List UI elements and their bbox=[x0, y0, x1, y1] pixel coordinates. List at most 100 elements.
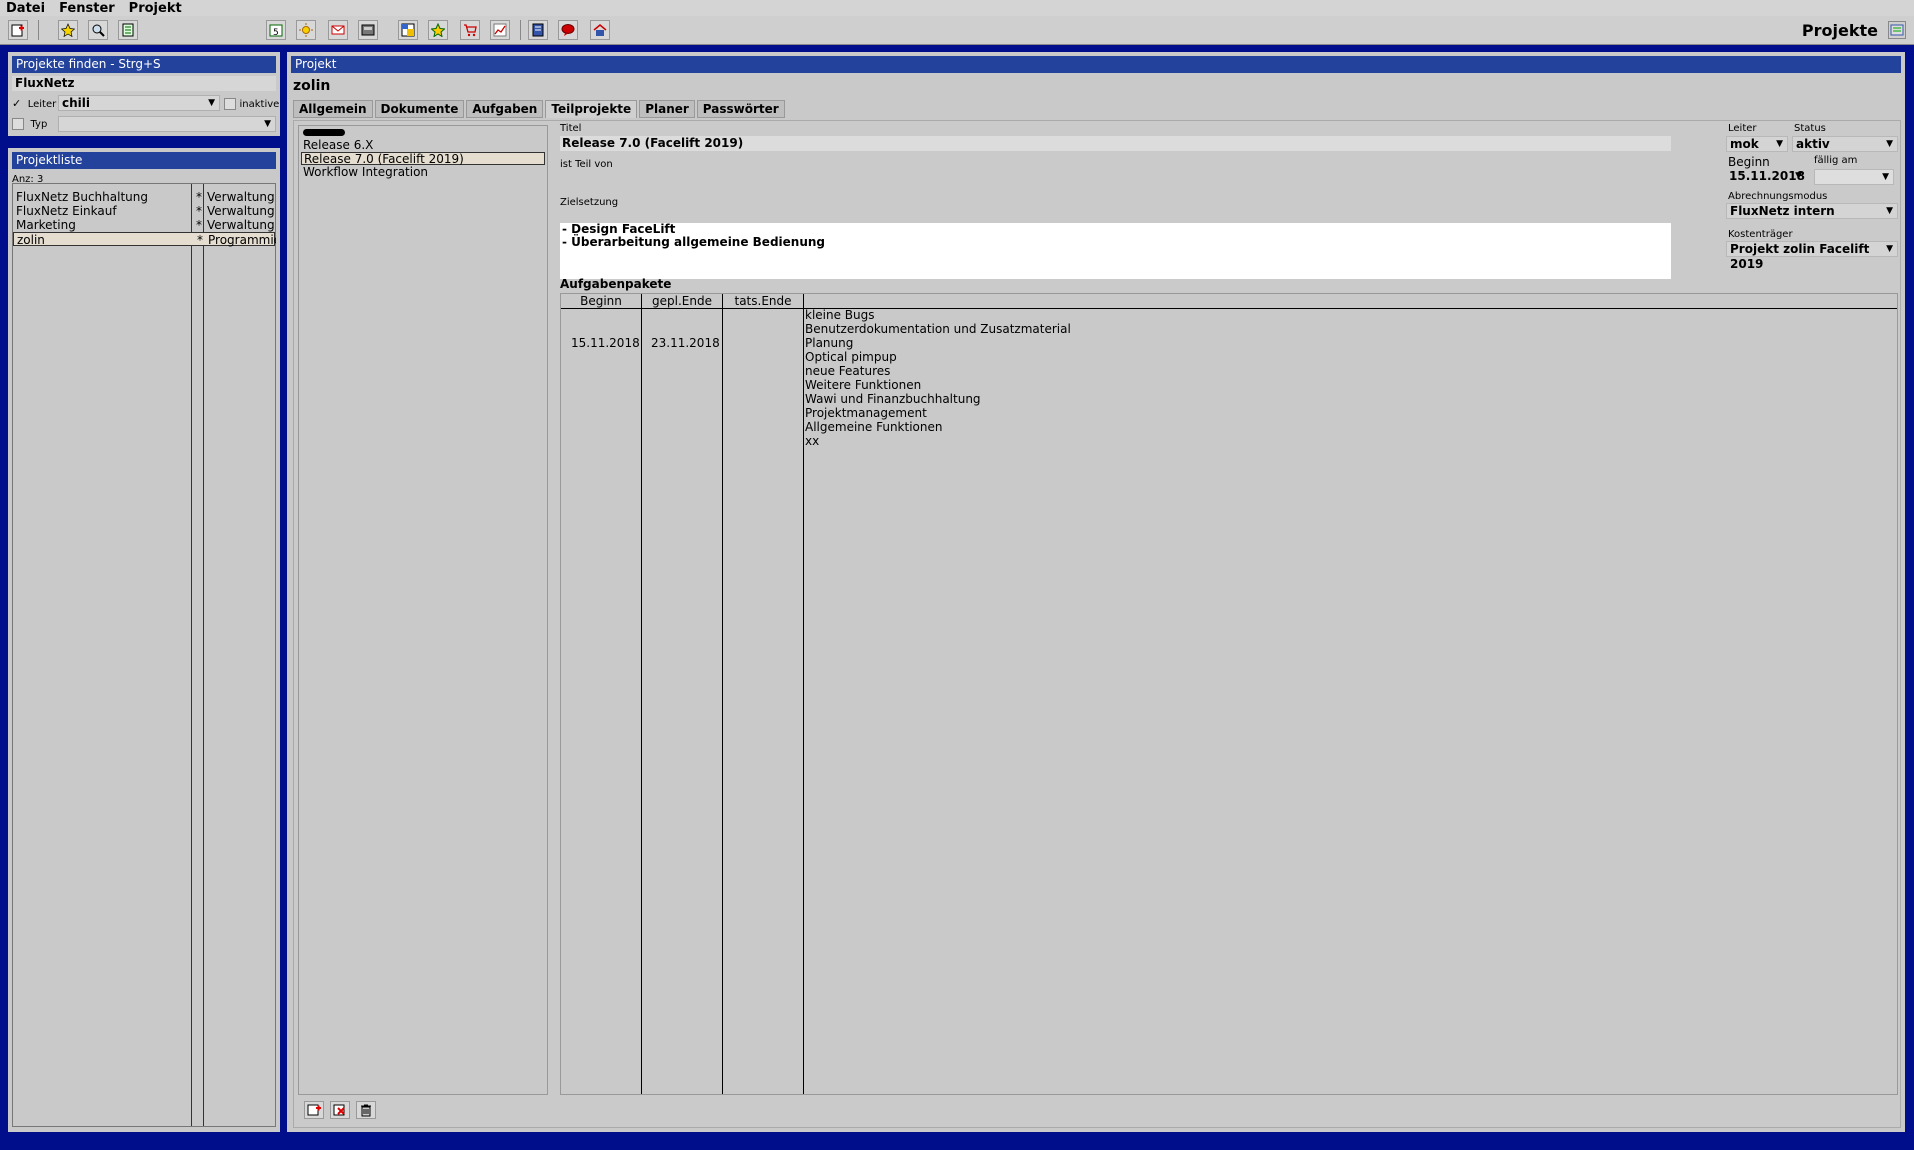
tab-dokumente[interactable]: Dokumente bbox=[374, 100, 465, 118]
chevron-down-icon: ▼ bbox=[1882, 172, 1889, 182]
leiter-label: Leiter bbox=[27, 99, 57, 110]
list-item: kleine Bugs bbox=[805, 308, 875, 322]
titel-field[interactable]: Release 7.0 (Facelift 2019) bbox=[560, 136, 1671, 151]
tab-allgemein[interactable]: Allgemein bbox=[293, 100, 373, 118]
project-flag: * bbox=[196, 190, 202, 204]
search-panel-title: Projekte finden - Strg+S bbox=[12, 56, 276, 73]
col-header-tats-ende[interactable]: tats.Ende bbox=[723, 294, 803, 308]
inaktive-checkbox[interactable] bbox=[224, 98, 236, 110]
project-type: Verwaltung bbox=[207, 190, 275, 204]
aufgabenpakete-label: Aufgabenpakete bbox=[560, 277, 672, 291]
typ-label: Typ bbox=[30, 119, 48, 130]
subproject-toolbar bbox=[304, 1101, 376, 1119]
calendar-icon[interactable]: 5 bbox=[266, 20, 286, 40]
list-item: Projektmanagement bbox=[805, 406, 927, 420]
list-item-selected[interactable]: Release 7.0 (Facelift 2019) bbox=[301, 152, 545, 166]
typ-checkbox[interactable] bbox=[12, 118, 24, 130]
app-title: Projekte bbox=[1801, 21, 1878, 40]
col-header-beginn[interactable]: Beginn bbox=[561, 294, 641, 308]
titel-label: Titel bbox=[560, 123, 582, 134]
report-icon[interactable] bbox=[118, 20, 138, 40]
project-type: Programmieru bbox=[208, 233, 276, 247]
abrechnung-label: Abrechnungsmodus bbox=[1728, 191, 1828, 202]
status-label: Status bbox=[1794, 123, 1826, 134]
project-name: Marketing bbox=[16, 218, 76, 232]
zielsetzung-textarea[interactable]: - Design FaceLift - Überarbeitung allgem… bbox=[560, 223, 1671, 279]
menu-datei[interactable]: Datei bbox=[6, 1, 45, 16]
project-type: Verwaltung bbox=[207, 218, 275, 232]
col-header-gepl-ende[interactable]: gepl.Ende bbox=[642, 294, 722, 308]
abrechnung-select[interactable]: FluxNetz intern ▼ bbox=[1726, 203, 1898, 219]
menu-projekt[interactable]: Projekt bbox=[129, 1, 182, 16]
project-name-heading: zolin bbox=[293, 78, 331, 94]
sun-icon[interactable] bbox=[296, 20, 316, 40]
add-subproject-icon[interactable] bbox=[304, 1101, 324, 1119]
project-flag: * bbox=[197, 233, 203, 247]
list-item: neue Features bbox=[805, 364, 891, 378]
kosten-label: Kostenträger bbox=[1728, 229, 1793, 240]
inaktive-filter: inaktive bbox=[224, 97, 279, 110]
project-flag: * bbox=[196, 218, 202, 232]
search-icon[interactable] bbox=[88, 20, 108, 40]
tab-aufgaben[interactable]: Aufgaben bbox=[466, 100, 544, 118]
table-row[interactable]: FluxNetz Einkauf * Verwaltung bbox=[13, 204, 275, 218]
remove-subproject-icon[interactable] bbox=[330, 1101, 350, 1119]
project-name: FluxNetz Buchhaltung bbox=[16, 190, 148, 204]
teil-von-field[interactable] bbox=[560, 173, 1671, 187]
typ-select[interactable]: ▼ bbox=[58, 116, 276, 132]
faellig-label: fällig am bbox=[1814, 155, 1858, 166]
project-panel: Projekt zolin Allgemein Dokumente Aufgab… bbox=[287, 52, 1905, 1132]
project-name: zolin bbox=[17, 233, 45, 247]
redacted-item[interactable] bbox=[303, 129, 345, 136]
leiter-select[interactable]: mok ▼ bbox=[1726, 136, 1788, 152]
star-icon[interactable] bbox=[58, 20, 78, 40]
star-add-icon[interactable] bbox=[428, 20, 448, 40]
list-item: Benutzerdokumentation und Zusatzmaterial bbox=[805, 322, 1071, 336]
chevron-down-icon: ▼ bbox=[1776, 139, 1783, 149]
beginn-label: Beginn bbox=[1728, 155, 1770, 169]
search-input[interactable]: FluxNetz bbox=[12, 76, 276, 91]
kostentraeger-select[interactable]: Projekt zolin Facelift 2019 ▼ bbox=[1726, 241, 1898, 271]
mail-icon[interactable] bbox=[328, 20, 348, 40]
chevron-down-icon: ▼ bbox=[264, 119, 271, 129]
chat-icon[interactable] bbox=[558, 20, 578, 40]
table-row[interactable]: Marketing * Verwaltung bbox=[13, 218, 275, 232]
task-description-list[interactable]: kleine Bugs Benutzerdokumentation und Zu… bbox=[805, 308, 1071, 448]
table-row-selected[interactable]: zolin * Programmieru bbox=[13, 232, 276, 247]
beginn-value: 15.11.2018 bbox=[1729, 169, 1805, 183]
tab-passwoerter[interactable]: Passwörter bbox=[696, 100, 785, 118]
list-item: Wawi und Finanzbuchhaltung bbox=[805, 392, 981, 406]
home-icon[interactable] bbox=[590, 20, 610, 40]
project-type: Verwaltung bbox=[207, 204, 275, 218]
abrechnung-value: FluxNetz intern bbox=[1730, 204, 1835, 218]
project-panel-title: Projekt bbox=[291, 56, 1901, 73]
beginn-date-picker[interactable]: 15.11.2018 ▼ bbox=[1726, 169, 1806, 185]
faellig-date-picker[interactable]: ▼ bbox=[1814, 169, 1894, 185]
zielsetzung-line: - Überarbeitung allgemeine Bedienung bbox=[562, 235, 826, 249]
cart-icon[interactable] bbox=[460, 20, 480, 40]
teil-von-label: ist Teil von bbox=[560, 159, 613, 170]
tab-planer[interactable]: Planer bbox=[639, 100, 695, 118]
leiter-filter: ✓ Leiter bbox=[12, 97, 56, 110]
new-icon[interactable] bbox=[8, 20, 28, 40]
tab-teilprojekte[interactable]: Teilprojekte bbox=[545, 100, 638, 118]
status-select[interactable]: aktiv ▼ bbox=[1792, 136, 1898, 152]
leiter-checkbox[interactable]: ✓ bbox=[12, 97, 21, 110]
app-window-icon[interactable] bbox=[1888, 21, 1906, 39]
chart-icon[interactable] bbox=[490, 20, 510, 40]
table-row[interactable]: FluxNetz Buchhaltung * Verwaltung bbox=[13, 190, 275, 204]
chevron-down-icon: ▼ bbox=[1886, 244, 1893, 254]
window-icon[interactable] bbox=[398, 20, 418, 40]
trash-icon[interactable] bbox=[356, 1101, 376, 1119]
menu-fenster[interactable]: Fenster bbox=[59, 1, 115, 16]
chevron-down-icon: ▼ bbox=[1886, 206, 1893, 216]
list-item[interactable]: Workflow Integration bbox=[301, 166, 545, 179]
book-icon[interactable] bbox=[528, 20, 548, 40]
leiter-select[interactable]: chili ▼ bbox=[58, 95, 220, 111]
tab-bar: Allgemein Dokumente Aufgaben Teilprojekt… bbox=[293, 100, 787, 118]
leiter-value: mok bbox=[1730, 137, 1759, 151]
chevron-down-icon: ▼ bbox=[1886, 139, 1893, 149]
list-item[interactable]: Release 6.X bbox=[301, 139, 545, 152]
archive-icon[interactable] bbox=[358, 20, 378, 40]
task-gepl-ende: 23.11.2018 bbox=[651, 336, 720, 350]
